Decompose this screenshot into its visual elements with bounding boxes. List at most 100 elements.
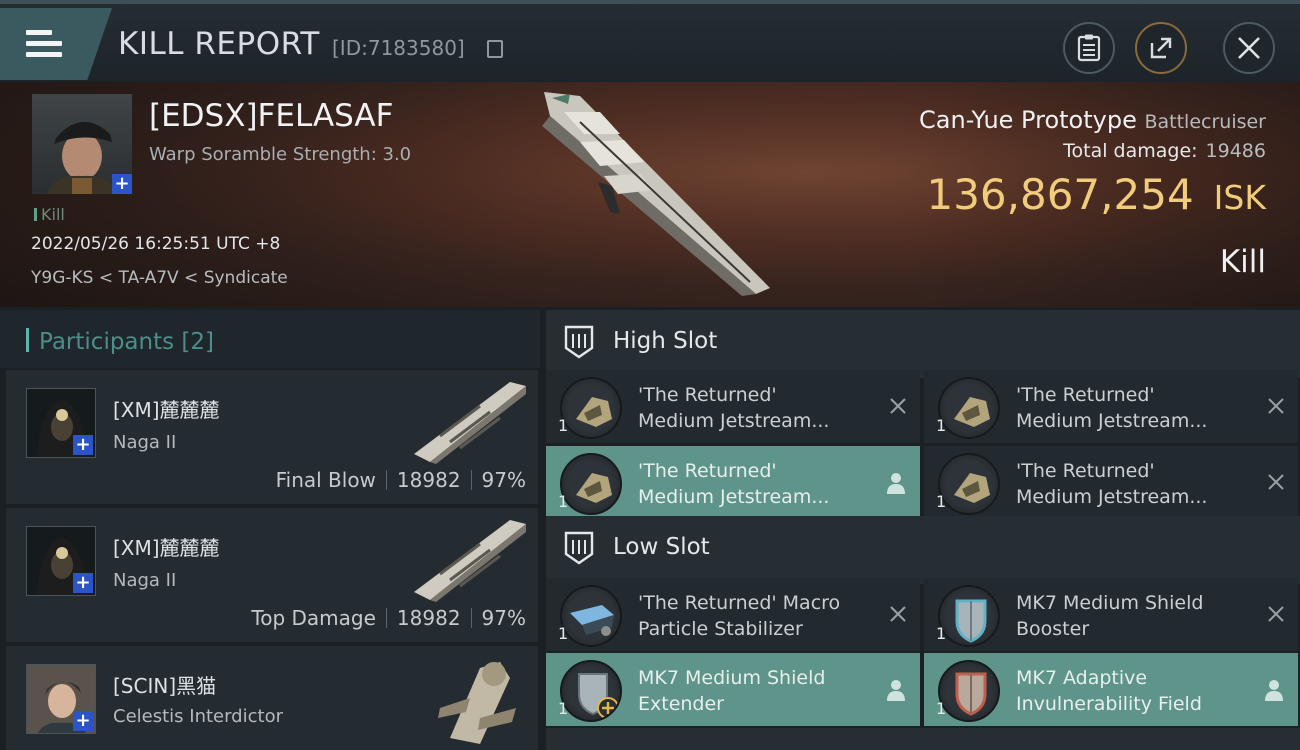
module-item[interactable]: 1 'The Returned' Macro Particle Stabilize… <box>546 578 920 651</box>
victim-name[interactable]: [EDSX]FELASAF <box>149 98 393 134</box>
module-quantity: 1 <box>936 624 947 643</box>
shield-extender-icon <box>560 660 622 722</box>
participant-row[interactable]: + [XM]麓麓麓 Naga II Top Damage 18982 97% <box>6 508 538 642</box>
module-item[interactable]: 1 MK7 Adaptive Invulnerability Field <box>924 653 1298 726</box>
victim-avatar[interactable]: + <box>32 94 132 194</box>
participant-damage: 18982 <box>396 606 461 630</box>
participant-row[interactable]: + [XM]麓麓麓 Naga II Final Blow 18982 97% <box>6 370 538 504</box>
share-button[interactable] <box>1135 22 1187 74</box>
participant-percent: 97% <box>481 468 526 492</box>
ship-class: Battlecruiser <box>1144 111 1266 133</box>
participant-percent: 97% <box>481 606 526 630</box>
victim-ship-image <box>542 92 770 296</box>
module-quantity: 1 <box>558 624 569 643</box>
total-damage: Total damage: 19486 <box>1063 140 1266 162</box>
module-name: MK7 Medium Shield Booster <box>1016 592 1204 640</box>
module-item[interactable]: 1 'The Returned' Medium Jetstream... <box>546 446 920 519</box>
high-slot-title: High Slot <box>613 328 718 354</box>
participant-name: [SCIN]黑猫 <box>113 674 217 698</box>
kill-location[interactable]: Y9G-KS < TA-A7V < Syndicate <box>31 268 288 288</box>
hamburger-menu-icon[interactable] <box>26 30 62 58</box>
module-name: 'The Returned' Macro Particle Stabilizer <box>638 592 841 640</box>
isk-value: 136,867,254 <box>926 170 1194 219</box>
close-button[interactable] <box>1223 22 1275 74</box>
module-item[interactable]: 1 MK7 Medium Shield Extender <box>546 653 920 726</box>
menu-button[interactable] <box>0 8 112 80</box>
dropped-x-icon <box>1268 474 1284 490</box>
copy-id-icon[interactable] <box>487 40 503 58</box>
module-name: 'The Returned' Medium Jetstream... <box>638 460 830 508</box>
participant-damage: 18982 <box>396 468 461 492</box>
dropped-x-icon <box>1268 398 1284 414</box>
close-icon <box>1238 37 1260 59</box>
jetstream-module-icon <box>560 377 622 439</box>
isk-loss: 136,867,254 ISK <box>926 170 1266 219</box>
module-quantity: 1 <box>936 699 947 718</box>
invulnerability-field-icon <box>938 660 1000 722</box>
share-icon <box>1150 37 1172 59</box>
module-name: 'The Returned' Medium Jetstream... <box>638 384 830 432</box>
next-slot-header-partial <box>546 728 1300 750</box>
shield-booster-icon <box>938 585 1000 647</box>
plus-badge-icon: + <box>73 711 93 731</box>
kill-result: Kill <box>1219 244 1266 280</box>
total-damage-label: Total damage: <box>1063 140 1198 162</box>
dropped-x-icon <box>890 398 906 414</box>
header-bar: KILL REPORT [ID:7183580] <box>0 0 1300 82</box>
participant-row[interactable]: + [SCIN]黑猫 Celestis Interdictor <box>6 646 538 750</box>
person-icon <box>887 473 905 494</box>
celestis-ship-image <box>438 662 516 744</box>
module-quantity: 1 <box>936 416 947 435</box>
plus-badge-icon: + <box>73 435 93 455</box>
jetstream-module-icon <box>560 453 622 515</box>
person-icon <box>887 680 905 701</box>
jetstream-module-icon <box>938 453 1000 515</box>
low-slot-header: Low Slot <box>546 516 1300 584</box>
participant-stats: Final Blow 18982 97% <box>276 468 526 492</box>
naga-ship-image <box>414 382 526 464</box>
dropped-x-icon <box>1268 606 1284 622</box>
plus-badge-icon: + <box>112 174 132 194</box>
high-slot-icon <box>564 325 594 359</box>
victim-subtitle: Warp Soramble Strength: 3.0 <box>149 144 412 165</box>
high-slot-header: High Slot <box>546 310 1300 378</box>
ship-name[interactable]: Can-Yue Prototype <box>919 106 1137 134</box>
person-icon <box>1265 680 1283 701</box>
participant-avatar[interactable]: + <box>26 664 96 734</box>
plus-badge-icon: + <box>73 573 93 593</box>
participants-title[interactable]: Participants [2] <box>26 328 214 355</box>
module-name: 'The Returned' Medium Jetstream... <box>1016 384 1208 432</box>
kill-banner: + [EDSX]FELASAF Warp Soramble Strength: … <box>0 82 1300 307</box>
module-item[interactable]: 1 'The Returned' Medium Jetstream... <box>924 446 1298 519</box>
ship-title: Can-Yue Prototype Battlecruiser <box>919 106 1266 134</box>
participant-role: Final Blow <box>275 468 376 492</box>
page-title: KILL REPORT <box>118 26 320 62</box>
participant-avatar[interactable]: + <box>26 526 96 596</box>
participant-role: Top Damage <box>251 606 376 630</box>
module-name: MK7 Medium Shield Extender <box>638 667 826 715</box>
clipboard-button[interactable] <box>1063 22 1115 74</box>
participant-ship: Naga II <box>113 432 177 453</box>
module-name: 'The Returned' Medium Jetstream... <box>1016 460 1208 508</box>
jetstream-module-icon <box>938 377 1000 439</box>
module-quantity: 1 <box>558 492 569 511</box>
module-item[interactable]: 1 'The Returned' Medium Jetstream... <box>924 370 1298 443</box>
module-item[interactable]: 1 'The Returned' Medium Jetstream... <box>546 370 920 443</box>
naga-ship-image <box>414 520 526 602</box>
participant-name: [XM]麓麓麓 <box>113 536 220 560</box>
module-quantity: 1 <box>558 416 569 435</box>
module-item[interactable]: 1 MK7 Medium Shield Booster <box>924 578 1298 651</box>
participants-header: Participants [2] <box>0 310 540 368</box>
module-quantity: 1 <box>936 492 947 511</box>
module-quantity: 1 <box>558 699 569 718</box>
stabilizer-module-icon <box>560 585 622 647</box>
isk-unit: ISK <box>1213 178 1266 217</box>
clipboard-icon <box>1077 34 1101 62</box>
participant-name: [XM]麓麓麓 <box>113 398 220 422</box>
participant-ship: Naga II <box>113 570 177 591</box>
low-slot-title: Low Slot <box>613 534 710 560</box>
module-name: MK7 Adaptive Invulnerability Field <box>1016 667 1202 715</box>
participant-avatar[interactable]: + <box>26 388 96 458</box>
total-damage-value: 19486 <box>1205 140 1266 162</box>
participant-ship: Celestis Interdictor <box>113 706 283 727</box>
